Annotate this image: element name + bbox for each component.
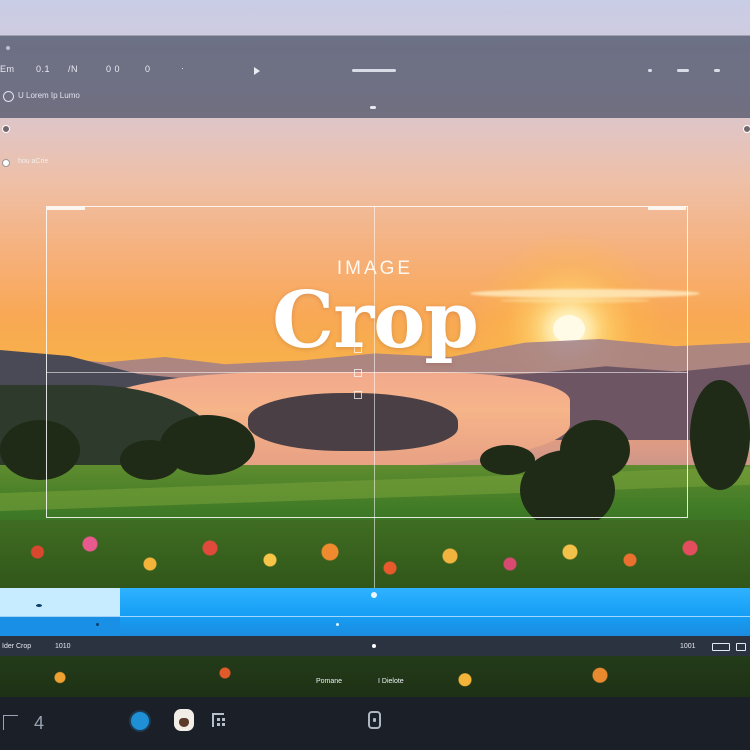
bottom-dock: 4 <box>0 697 750 750</box>
toolbar-secondary-label: U Lorem Ip Lumo <box>18 91 80 100</box>
dot-icon[interactable]: · <box>181 63 185 73</box>
status-value: 1010 <box>55 643 71 650</box>
toolbar-menu-row: Em 0.1 /N 0 0 0 · <box>0 63 750 84</box>
status-chip[interactable] <box>736 643 746 651</box>
grid-icon[interactable] <box>212 713 227 727</box>
window-dot <box>6 46 10 50</box>
timeline-marker[interactable] <box>96 623 99 626</box>
radio-button[interactable] <box>2 159 10 167</box>
phone-icon[interactable] <box>368 711 381 729</box>
side-control-left[interactable] <box>2 125 10 133</box>
tree <box>690 380 750 490</box>
toolbar-slider[interactable] <box>352 69 396 72</box>
timeline-segment[interactable] <box>0 616 120 636</box>
timeline-marker[interactable] <box>336 623 339 626</box>
drag-handle[interactable] <box>370 106 376 109</box>
crop-corner-handle[interactable] <box>648 207 686 210</box>
toolbar-indicator[interactable] <box>677 69 689 72</box>
playhead-handle[interactable] <box>371 592 377 598</box>
menu-item[interactable]: 0 0 <box>106 64 120 74</box>
avatar[interactable] <box>174 709 194 731</box>
crop-corner-handle[interactable] <box>47 207 85 210</box>
frame-icon[interactable] <box>3 715 18 730</box>
crop-guide-horizontal <box>46 372 688 373</box>
status-chip[interactable] <box>712 643 730 651</box>
record-button[interactable] <box>131 712 149 730</box>
menu-item[interactable]: 0 <box>145 64 151 74</box>
timeline-marker[interactable] <box>36 604 42 607</box>
status-center-dot[interactable] <box>372 644 376 648</box>
overlay-title: Crop <box>272 275 479 366</box>
toolbar-indicator[interactable] <box>648 69 652 72</box>
timeline-segment[interactable] <box>0 588 120 616</box>
option-label: hou aCrie <box>18 158 49 165</box>
status-label: Ider Crop <box>2 643 32 650</box>
search-icon[interactable] <box>3 91 14 102</box>
status-right-value: 1001 <box>680 643 696 650</box>
play-icon[interactable] <box>254 67 260 75</box>
status-bar: Ider Crop 1010 1001 <box>0 636 750 656</box>
menu-item[interactable]: Em <box>0 64 15 74</box>
timeline-divider <box>0 616 750 617</box>
menu-item[interactable]: 0.1 <box>36 64 50 74</box>
menu-item[interactable]: /N <box>68 64 78 74</box>
top-toolbar: Em 0.1 /N 0 0 0 · U Lorem Ip Lumo <box>0 35 750 118</box>
caption-left: Pomane <box>316 678 343 685</box>
caption-row: Pomane I Dielote <box>0 678 750 692</box>
timeline-slider[interactable] <box>0 588 750 636</box>
caption-right: I Dielote <box>378 678 404 685</box>
side-control-right[interactable] <box>743 125 750 133</box>
number-glyph[interactable]: 4 <box>34 713 44 734</box>
toolbar-indicator[interactable] <box>714 69 720 72</box>
